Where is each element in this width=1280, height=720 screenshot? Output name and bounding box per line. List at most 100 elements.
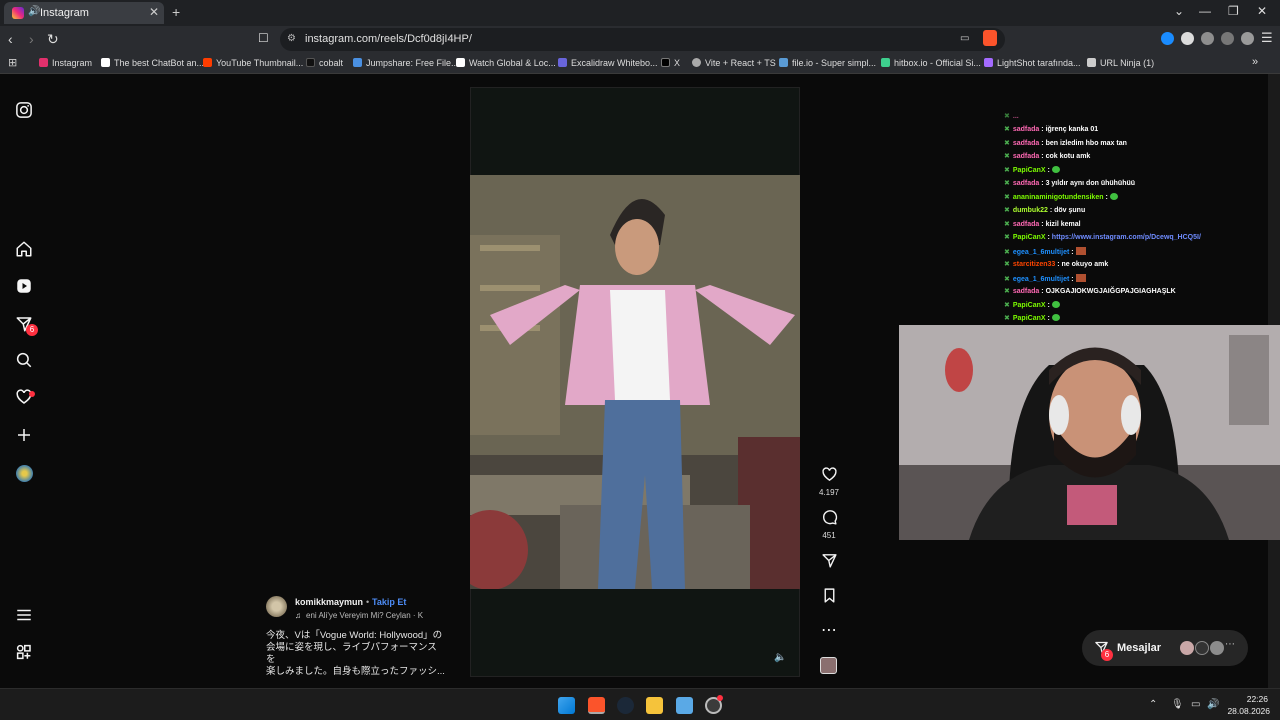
- extension-icon[interactable]: [1181, 32, 1194, 45]
- reel-video[interactable]: [470, 175, 800, 589]
- instagram-logo-icon[interactable]: [14, 101, 34, 121]
- music-note-icon: ♫: [295, 611, 301, 620]
- bookmark-item[interactable]: file.io - Super simpl...: [779, 58, 876, 68]
- windows-taskbar: ⌃ 🎙 ▭ 🔊 22:26 28.08.2026: [0, 688, 1280, 720]
- tray-chevron-icon[interactable]: ⌃: [1149, 699, 1157, 710]
- chat-badge-icon: ✖: [1004, 207, 1010, 214]
- bookmark-item[interactable]: Jumpshare: Free File...: [353, 58, 459, 68]
- chat-message: ✖ sadfada : iğrenç kanka 01: [1004, 126, 1099, 133]
- bookmark-item[interactable]: URL Ninja (1): [1087, 58, 1154, 68]
- clock-time[interactable]: 22:26: [1236, 694, 1268, 704]
- chat-link[interactable]: https://www.instagram.com/p/Dcewq_HCQ5I/: [1052, 234, 1201, 241]
- more-options-icon[interactable]: ⋯: [816, 620, 842, 640]
- new-tab-button[interactable]: +: [172, 4, 180, 20]
- search-icon[interactable]: [14, 351, 34, 371]
- active-tab[interactable]: 🔊 Instagram ✕: [4, 2, 164, 24]
- chat-text: iğrenç kanka 01: [1045, 126, 1099, 133]
- chat-message: ✖ ananinaminigotundensiken :: [1004, 192, 1118, 201]
- chat-username: starcitizen33: [1012, 261, 1056, 268]
- reel-caption[interactable]: 今夜、Vは「Vogue World: Hollywood」の 会場に姿を現し、ラ…: [266, 630, 446, 678]
- home-icon[interactable]: [14, 240, 34, 260]
- audio-track-label[interactable]: eni Ali'ye Vereyim Mi? Ceylan · K: [306, 611, 423, 620]
- menu-icon[interactable]: ☰: [1261, 30, 1273, 46]
- bookmark-item[interactable]: hitbox.io - Official Si...: [881, 58, 981, 68]
- more-menu-icon[interactable]: [14, 606, 34, 626]
- extensions-puzzle-icon[interactable]: [1201, 32, 1214, 45]
- stream-chat-overlay: ✖... ✖ sadfada : iğrenç kanka 01 ✖ sadfada …: [1000, 110, 1268, 325]
- bookmarks-bar: ⊞ Instagram The best ChatBot an... YouTu…: [0, 53, 1280, 74]
- chat-emote-icon: [1075, 246, 1086, 255]
- forward-button[interactable]: ›: [29, 31, 34, 47]
- apps-grid-icon[interactable]: ⊞: [8, 56, 17, 69]
- start-windows-icon[interactable]: [558, 697, 575, 714]
- reels-icon[interactable]: [14, 277, 34, 297]
- messages-label: Mesajlar: [1117, 642, 1162, 654]
- extension-icon[interactable]: [1161, 32, 1174, 45]
- more-bookmarks-icon[interactable]: »: [1252, 56, 1258, 68]
- profile-avatar[interactable]: [16, 465, 33, 482]
- bookmark-item[interactable]: Excalidraw Whitebo...: [558, 58, 658, 68]
- bookmark-item[interactable]: Watch Global & Loc...: [456, 58, 556, 68]
- chat-badge-icon: ✖: [1004, 153, 1010, 160]
- cast-icon[interactable]: ▭: [960, 33, 969, 44]
- bookmark-icon[interactable]: ☐: [258, 31, 269, 45]
- audio-thumbnail[interactable]: [820, 657, 837, 674]
- close-icon[interactable]: ✕: [149, 5, 159, 19]
- volume-icon[interactable]: 🔊: [1207, 699, 1219, 710]
- chat-text: ne okuyo amk: [1061, 261, 1109, 268]
- mute-icon[interactable]: 🔈: [774, 652, 786, 663]
- tab-search-chevron-icon[interactable]: ⌄: [1174, 4, 1184, 18]
- like-icon[interactable]: [816, 466, 842, 488]
- chat-username: sadfada: [1012, 288, 1040, 295]
- bookmark-item[interactable]: cobalt: [306, 58, 343, 68]
- author-username[interactable]: komikkmaymun: [295, 597, 363, 607]
- also-from-meta-icon[interactable]: [14, 643, 34, 663]
- file-explorer-icon[interactable]: [646, 697, 663, 714]
- sidebar-icon[interactable]: [1221, 32, 1234, 45]
- url-text[interactable]: instagram.com/reels/Dcf0d8jI4HP/: [305, 33, 472, 45]
- network-icon[interactable]: ▭: [1191, 699, 1200, 710]
- steam-icon[interactable]: [617, 697, 634, 714]
- hitbox-icon: [881, 58, 890, 67]
- chat-badge-icon: ✖: [1004, 139, 1010, 147]
- create-plus-icon[interactable]: [14, 426, 34, 446]
- brave-shields-icon[interactable]: [983, 30, 997, 46]
- microphone-icon[interactable]: 🎙: [1171, 699, 1184, 710]
- bookmark-item[interactable]: The best ChatBot an...: [101, 58, 204, 68]
- author-avatar[interactable]: [266, 596, 287, 617]
- photos-icon[interactable]: [676, 697, 693, 714]
- save-icon[interactable]: [816, 587, 842, 609]
- video-frame-image: [470, 175, 800, 589]
- chat-badge-icon: ✖: [1004, 288, 1010, 295]
- site-settings-icon[interactable]: ⚙: [287, 33, 296, 44]
- bookmark-item[interactable]: Instagram: [39, 58, 92, 68]
- bookmark-item[interactable]: LightShot tarafında...: [984, 58, 1081, 68]
- vpn-shield-icon[interactable]: [1241, 32, 1254, 45]
- bookmark-item[interactable]: X: [661, 58, 680, 68]
- x-icon: [661, 58, 670, 67]
- minimize-button[interactable]: —: [1199, 4, 1211, 18]
- follow-button[interactable]: Takip Et: [372, 597, 406, 607]
- close-window-button[interactable]: ✕: [1257, 4, 1267, 18]
- bookmark-item[interactable]: YouTube Thumbnail...: [203, 58, 303, 68]
- chat-emote-icon: [1075, 273, 1086, 282]
- share-icon[interactable]: [816, 552, 842, 574]
- messages-button[interactable]: 6 Mesajlar ⋯: [1082, 630, 1248, 666]
- conversation-avatar: [1195, 641, 1209, 655]
- chat-badge-icon: ✖: [1004, 301, 1010, 309]
- audio-playing-icon[interactable]: 🔊: [28, 6, 40, 17]
- chat-message: ✖ sadfada : kizil kemal: [1004, 220, 1081, 228]
- restore-button[interactable]: ❐: [1228, 4, 1239, 18]
- chat-message: ✖ dumbuk22 : döv şunu: [1004, 207, 1086, 214]
- reload-button[interactable]: ↻: [47, 31, 59, 48]
- chat-line-partial: ✖...: [1004, 113, 1019, 120]
- chat-message: ✖ egea_1_6multijet :: [1004, 246, 1086, 256]
- comment-icon[interactable]: [816, 509, 842, 531]
- bookmark-item[interactable]: Vite + React + TS: [692, 58, 776, 68]
- chat-username: PapiCanX: [1012, 315, 1046, 322]
- like-count: 4.197: [818, 488, 840, 497]
- webcam-image: [899, 325, 1280, 540]
- clock-date[interactable]: 28.08.2026: [1226, 706, 1270, 716]
- brave-browser-icon[interactable]: [588, 697, 605, 714]
- back-button[interactable]: ‹: [8, 31, 13, 47]
